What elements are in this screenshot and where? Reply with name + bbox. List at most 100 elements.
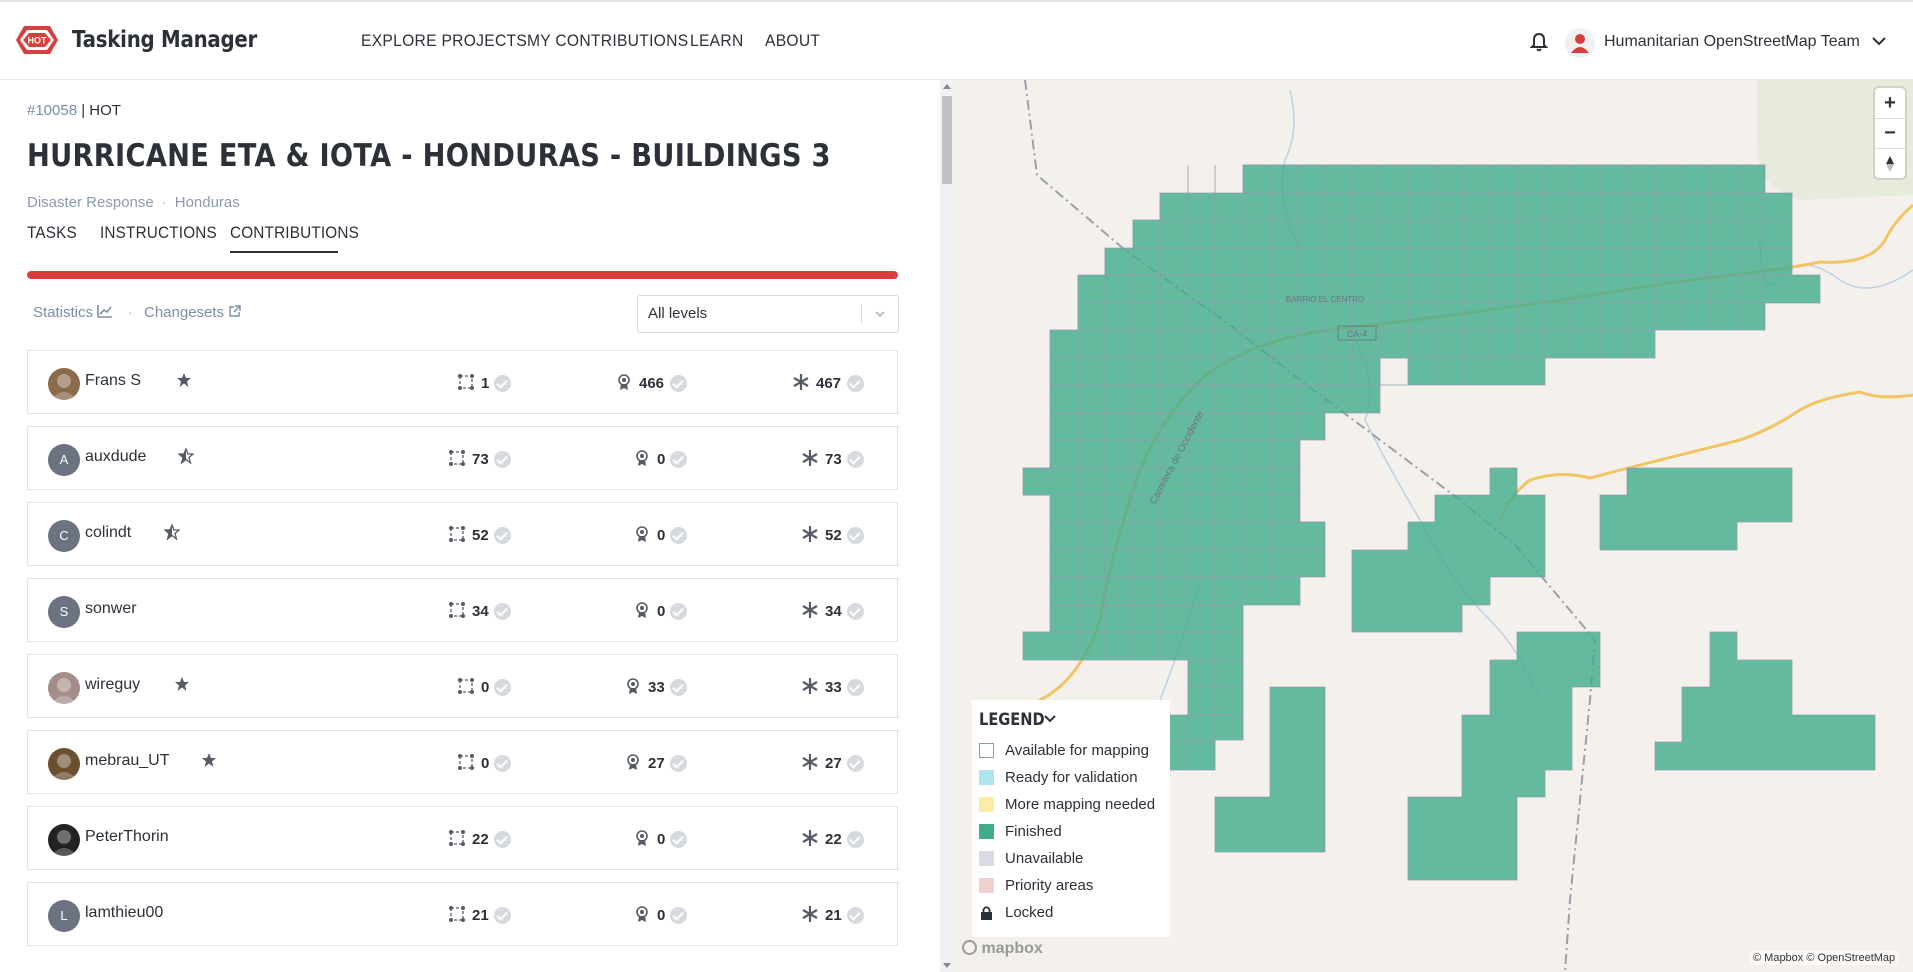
award-icon <box>618 374 630 390</box>
project-breadcrumb: #10058 | HOT <box>27 102 121 119</box>
tag-honduras[interactable]: Honduras <box>175 194 240 211</box>
changesets-link[interactable]: Changesets <box>144 304 241 321</box>
stat-value: 0 <box>657 527 666 544</box>
avatar[interactable] <box>48 748 80 780</box>
mapbox-logo[interactable]: mapbox <box>962 940 1043 958</box>
contributor-name[interactable]: wireguy <box>85 676 140 694</box>
nav-explore-projects[interactable]: EXPLORE PROJECTS <box>361 31 527 51</box>
hot-logo-icon[interactable]: HOT <box>10 22 64 58</box>
scroll-up-arrow[interactable] <box>943 84 951 89</box>
legend-label: Ready for validation <box>1005 769 1138 786</box>
check-circle-icon <box>494 527 511 544</box>
stat-value: 33 <box>648 679 665 696</box>
zoom-in-button[interactable]: + <box>1875 88 1905 118</box>
avatar[interactable] <box>48 368 80 400</box>
panel-scrollbar[interactable] <box>940 80 954 972</box>
legend-label: More mapping needed <box>1005 796 1156 813</box>
tab-instructions[interactable]: INSTRUCTIONS <box>100 223 217 243</box>
select-divider <box>861 304 862 324</box>
tag-disaster-response[interactable]: Disaster Response <box>27 194 154 211</box>
avatar[interactable] <box>48 824 80 856</box>
star-half-icon <box>164 524 180 540</box>
project-org: | HOT <box>81 102 121 119</box>
contributor-name[interactable]: colindt <box>85 524 131 542</box>
chevron-down-icon[interactable] <box>1871 35 1887 47</box>
map-icon <box>449 450 465 466</box>
scrollbar-thumb[interactable] <box>942 96 952 184</box>
avatar[interactable]: C <box>48 520 80 552</box>
brand-name[interactable]: Tasking Manager <box>72 27 257 53</box>
legend-label: Unavailable <box>1005 850 1084 867</box>
level-filter-value: All levels <box>648 305 708 322</box>
map-attribution[interactable]: © Mapbox © OpenStreetMap <box>1750 951 1899 965</box>
contributor-name[interactable]: lamthieu00 <box>85 904 163 922</box>
legend-swatch <box>979 743 994 758</box>
check-circle-icon <box>494 831 511 848</box>
avatar[interactable] <box>48 672 80 704</box>
check-circle-icon <box>494 375 511 392</box>
legend-title[interactable]: LEGEND <box>979 710 1045 730</box>
statistics-link[interactable]: Statistics <box>33 304 113 321</box>
check-circle-icon <box>847 375 864 392</box>
tab-contributions[interactable]: CONTRIBUTIONS <box>230 223 359 243</box>
nav-about[interactable]: ABOUT <box>765 31 820 51</box>
link-separator: · <box>128 304 133 321</box>
zoom-out-button[interactable]: − <box>1875 118 1905 148</box>
contributor-name[interactable]: Frans S <box>85 372 141 390</box>
map-icon <box>449 526 465 542</box>
check-circle-icon <box>847 451 864 468</box>
check-circle-icon <box>494 679 511 696</box>
check-circle-icon <box>670 907 687 924</box>
mapbox-logo-text: mapbox <box>981 940 1043 957</box>
level-filter-select[interactable]: All levels <box>637 295 899 333</box>
award-icon <box>627 754 639 770</box>
page-title: HURRICANE ETA & IOTA - HONDURAS - BUILDI… <box>27 138 831 174</box>
contributor-card: Ccolindt 52 0 52 <box>27 502 898 566</box>
place-label: BARRIO EL CENTRO <box>1286 295 1364 304</box>
check-circle-icon <box>494 603 511 620</box>
compass-button[interactable] <box>1875 148 1905 178</box>
contributor-card: PeterThorin 22 0 22 <box>27 806 898 870</box>
stat-value: 0 <box>657 451 666 468</box>
nav-learn[interactable]: LEARN <box>690 31 744 51</box>
scroll-down-arrow[interactable] <box>943 963 951 968</box>
avatar[interactable]: L <box>48 900 80 932</box>
user-name[interactable]: Humanitarian OpenStreetMap Team <box>1604 33 1860 51</box>
avatar[interactable]: A <box>48 444 80 476</box>
check-circle-icon <box>670 451 687 468</box>
lock-icon <box>981 906 992 920</box>
legend-swatch <box>979 797 994 812</box>
project-id-link[interactable]: #10058 <box>27 102 77 119</box>
stat-value: 0 <box>481 755 490 772</box>
contributor-card: Llamthieu00 21 0 21 <box>27 882 898 946</box>
chevron-down-icon[interactable] <box>1043 713 1057 725</box>
legend-swatch <box>979 878 994 893</box>
star-icon <box>175 677 189 691</box>
contributor-name[interactable]: PeterThorin <box>85 828 169 846</box>
nav-my-contributions[interactable]: MY CONTRIBUTIONS <box>527 31 688 51</box>
asterisk-icon <box>802 678 818 694</box>
star-icon <box>202 753 216 767</box>
check-circle-icon <box>847 679 864 696</box>
bell-icon[interactable] <box>1530 32 1548 52</box>
stat-value: 34 <box>472 603 489 620</box>
stat-value: 22 <box>825 831 842 848</box>
legend-swatch <box>979 824 994 839</box>
stat-value: 52 <box>472 527 489 544</box>
map-icon <box>449 906 465 922</box>
legend-label: Locked <box>1005 904 1054 921</box>
check-circle-icon <box>670 679 687 696</box>
award-icon <box>636 526 648 542</box>
contributor-name[interactable]: auxdude <box>85 448 146 466</box>
contributor-name[interactable]: sonwer <box>85 600 137 618</box>
star-icon <box>177 373 191 387</box>
avatar[interactable]: S <box>48 596 80 628</box>
user-icon <box>1571 34 1589 53</box>
tab-tasks[interactable]: TASKS <box>27 223 77 243</box>
user-avatar[interactable] <box>1565 28 1595 58</box>
award-icon <box>636 602 648 618</box>
contributor-name[interactable]: mebrau_UT <box>85 752 169 770</box>
check-circle-icon <box>847 603 864 620</box>
stat-value: 21 <box>472 907 489 924</box>
project-progress-bar <box>27 271 898 279</box>
